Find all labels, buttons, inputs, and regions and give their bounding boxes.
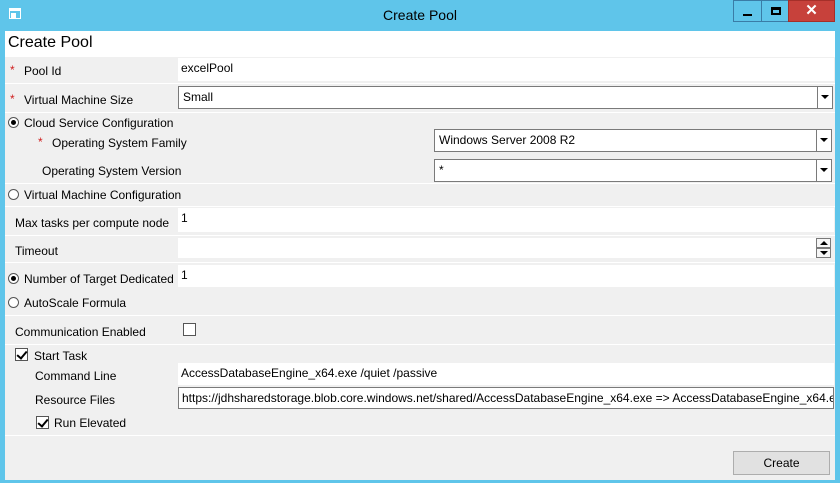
communication-checkbox[interactable] xyxy=(183,323,196,336)
pool-id-input[interactable]: excelPool xyxy=(178,58,834,81)
timeout-label: Timeout xyxy=(15,244,58,258)
resource-files-input[interactable]: https://jdhsharedstorage.blob.core.windo… xyxy=(178,387,834,409)
vm-config-label: Virtual Machine Configuration xyxy=(24,188,182,202)
communication-row: Communication Enabled xyxy=(5,316,835,344)
os-version-dropdown[interactable]: * xyxy=(434,159,832,182)
required-marker: * xyxy=(10,63,15,77)
command-line-label: Command Line xyxy=(35,369,117,383)
chevron-down-icon xyxy=(816,130,831,151)
window-title: Create Pool xyxy=(383,7,457,23)
os-family-dropdown[interactable]: Windows Server 2008 R2 xyxy=(434,129,832,152)
form-heading: Create Pool xyxy=(8,34,93,51)
timeout-row: Timeout xyxy=(5,236,835,262)
timeout-spinner[interactable] xyxy=(816,238,831,258)
os-version-value: * xyxy=(439,163,444,177)
minimize-button[interactable] xyxy=(733,0,762,22)
minimize-icon xyxy=(743,14,752,16)
target-dedicated-label: Number of Target Dedicated xyxy=(24,272,174,286)
chevron-down-icon xyxy=(817,87,832,108)
create-pool-form: Create Pool * Pool Id excelPool * Virtua… xyxy=(5,31,835,480)
required-marker: * xyxy=(38,135,43,149)
chevron-down-icon xyxy=(816,160,831,181)
max-tasks-label: Max tasks per compute node xyxy=(15,216,170,230)
timeout-input[interactable] xyxy=(178,238,816,258)
title-bar: Create Pool ✕ xyxy=(0,0,840,31)
cloud-service-radio[interactable] xyxy=(8,117,19,128)
max-tasks-row: Max tasks per compute node 1 xyxy=(5,207,835,235)
vm-size-label: Virtual Machine Size xyxy=(24,93,134,107)
run-elevated-checkbox[interactable] xyxy=(36,416,49,429)
os-version-label: Operating System Version xyxy=(42,164,182,178)
start-task-checkbox[interactable] xyxy=(15,348,28,361)
vm-config-row: Virtual Machine Configuration xyxy=(5,184,835,206)
vm-size-value: Small xyxy=(183,90,214,104)
os-family-label: Operating System Family xyxy=(52,136,187,150)
spin-down-icon[interactable] xyxy=(816,248,831,258)
command-line-input[interactable]: AccessDatabaseEngine_x64.exe /quiet /pas… xyxy=(178,363,834,385)
start-task-section: Start Task Command Line AccessDatabaseEn… xyxy=(5,345,835,435)
vm-size-row: * Virtual Machine Size Small xyxy=(5,84,835,112)
communication-label: Communication Enabled xyxy=(15,325,146,339)
create-button[interactable]: Create xyxy=(733,451,830,475)
resource-files-label: Resource Files xyxy=(35,393,116,407)
autoscale-radio[interactable] xyxy=(8,297,19,308)
cloud-service-section: Cloud Service Configuration * Operating … xyxy=(5,113,835,183)
required-marker: * xyxy=(10,92,15,106)
max-tasks-input[interactable]: 1 xyxy=(178,208,834,232)
scaling-section: Number of Target Dedicated 1 AutoScale F… xyxy=(5,263,835,315)
vm-size-dropdown[interactable]: Small xyxy=(178,86,833,109)
maximize-icon xyxy=(771,7,781,15)
target-dedicated-radio[interactable] xyxy=(8,273,19,284)
autoscale-label: AutoScale Formula xyxy=(24,296,127,310)
run-elevated-label: Run Elevated xyxy=(54,416,127,430)
target-dedicated-input[interactable]: 1 xyxy=(178,265,834,287)
vm-config-radio[interactable] xyxy=(8,189,19,200)
pool-id-row: * Pool Id excelPool xyxy=(5,57,835,83)
cloud-service-label: Cloud Service Configuration xyxy=(24,116,174,130)
maximize-button[interactable] xyxy=(761,0,789,22)
os-family-value: Windows Server 2008 R2 xyxy=(439,133,576,147)
spin-up-icon[interactable] xyxy=(816,238,831,248)
footer-bar xyxy=(5,436,835,480)
pool-id-label: Pool Id xyxy=(24,64,62,78)
start-task-label: Start Task xyxy=(34,349,88,363)
close-button[interactable]: ✕ xyxy=(788,0,835,22)
close-icon: ✕ xyxy=(805,2,818,19)
